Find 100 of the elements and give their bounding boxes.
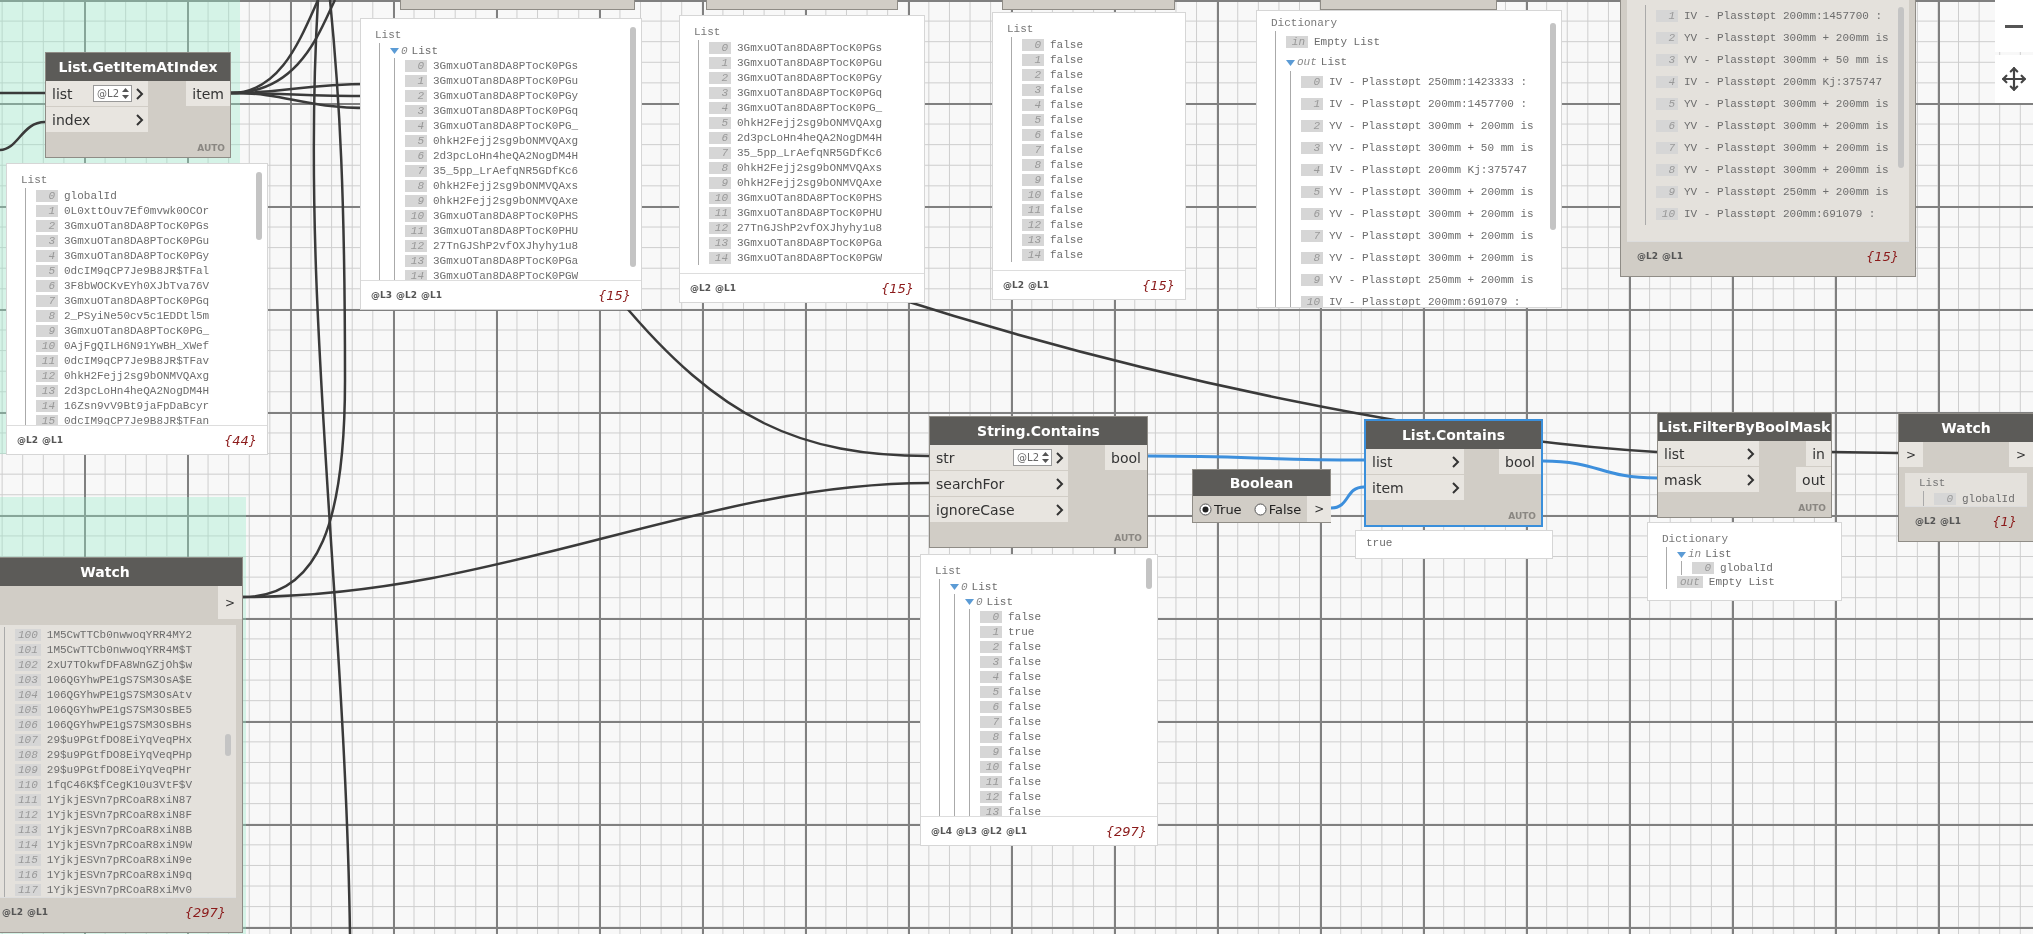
level-label[interactable]: @L4 xyxy=(931,826,952,836)
node[interactable]: List.GetItemAtIndex list @L2 index item AUTO xyxy=(45,52,231,158)
input-port[interactable]: index xyxy=(46,107,148,133)
level-label[interactable]: @L2 xyxy=(17,435,38,445)
node[interactable] xyxy=(0,557,243,933)
expander-icon[interactable] xyxy=(1677,549,1686,559)
level-label[interactable]: @L3 xyxy=(371,290,392,300)
level-label[interactable]: @L1 xyxy=(421,290,442,300)
item-value: 3GmxuOTan8DA8PTocK0PHU xyxy=(433,224,579,237)
index-label: 13 xyxy=(1022,233,1044,246)
node-title[interactable]: Watch xyxy=(0,558,242,586)
level-label[interactable]: @L1 xyxy=(27,907,48,917)
node-title[interactable]: Boolean xyxy=(1193,470,1330,496)
scrollbar-thumb[interactable] xyxy=(256,171,262,240)
index-label: 13 xyxy=(405,254,427,267)
output-port[interactable]: bool xyxy=(1105,445,1147,471)
expander-icon[interactable] xyxy=(390,46,399,55)
level-label[interactable]: @L1 xyxy=(1006,826,1027,836)
item-value: false xyxy=(1008,790,1041,803)
input-port[interactable]: > xyxy=(1899,442,1924,467)
index-label: 8 xyxy=(1656,164,1678,176)
index-label: 3 xyxy=(36,234,58,247)
level-label[interactable]: @L2 xyxy=(1637,251,1658,261)
item-value: false xyxy=(1008,700,1041,713)
spinner-icon[interactable] xyxy=(121,87,130,100)
radio-icon[interactable] xyxy=(1253,502,1267,516)
lacing-mode-label: AUTO xyxy=(1114,532,1143,545)
input-port[interactable]: searchFor xyxy=(930,471,1068,497)
input-port[interactable]: list xyxy=(1366,449,1464,475)
item-value: 0hkH2Fejj2sg9bONMVQAxg xyxy=(64,369,210,382)
output-port[interactable]: bool xyxy=(1499,449,1541,475)
level-label[interactable]: @L2 xyxy=(1915,516,1936,526)
node[interactable]: List.FilterByBoolMask list mask in out AUTO xyxy=(1657,412,1832,518)
node-title[interactable]: Watch xyxy=(1899,414,2033,442)
index-label: 11 xyxy=(980,775,1002,788)
level-label[interactable]: @L1 xyxy=(42,435,63,445)
item-value: false xyxy=(1050,218,1083,231)
output-port[interactable]: > xyxy=(1307,496,1332,522)
radio-icon[interactable] xyxy=(1199,502,1212,516)
level-label[interactable]: @L2 xyxy=(2,907,23,917)
node[interactable]: Watch > > List 0 globalId @L2 @L1 {1} xyxy=(1898,413,2033,542)
scrollbar-thumb[interactable] xyxy=(1898,6,1904,168)
level-label[interactable]: @L3 xyxy=(956,826,977,836)
index-label: 3 xyxy=(405,104,427,117)
index-label: 3 xyxy=(980,655,1002,668)
pan-button[interactable] xyxy=(1995,55,2033,103)
level-label[interactable]: @L1 xyxy=(1940,516,1961,526)
index-label: 114 xyxy=(15,838,41,851)
level-label[interactable]: @L1 xyxy=(1028,280,1049,290)
scrollbar-thumb[interactable] xyxy=(630,26,636,267)
item-value: 3GmxuOTan8DA8PTocK0PGs xyxy=(737,41,883,54)
input-port[interactable]: item xyxy=(1366,475,1464,501)
node[interactable]: String.Contains str @L2 searchFor ignoreCase bool AUTO xyxy=(929,416,1148,548)
level-label[interactable]: @L1 xyxy=(1662,251,1683,261)
output-port[interactable]: > xyxy=(217,586,242,619)
level-label[interactable]: @L2 xyxy=(396,290,417,300)
index-label: 103 xyxy=(15,673,41,686)
zoom-out-button[interactable] xyxy=(1995,0,2033,52)
input-port[interactable]: mask xyxy=(1658,467,1759,493)
canvas-background[interactable] xyxy=(0,0,2033,934)
level-label[interactable]: @L2 xyxy=(1003,280,1024,290)
level-label[interactable]: @L1 xyxy=(715,283,736,293)
index-label: 3 xyxy=(709,86,731,99)
index-label: 0 xyxy=(401,44,408,57)
expander-icon[interactable] xyxy=(950,582,959,591)
lacing-field[interactable]: @L2 xyxy=(93,85,132,102)
item-value: YV - Plasstøpt 300mm + 200mm is xyxy=(1684,142,1889,154)
node-title[interactable]: String.Contains xyxy=(930,417,1147,445)
radio-option[interactable]: True xyxy=(1193,501,1248,517)
scrollbar-thumb[interactable] xyxy=(1550,22,1556,230)
node[interactable]: List.Contains list item bool AUTO xyxy=(1364,419,1543,527)
index-label: 5 xyxy=(1656,98,1678,110)
input-port[interactable]: str @L2 xyxy=(930,445,1068,471)
node-title[interactable]: List.FilterByBoolMask xyxy=(1658,413,1831,441)
item-value: 3GmxuOTan8DA8PTocK0PGu xyxy=(737,56,883,69)
chevron-icon xyxy=(1452,455,1460,468)
list-label: List xyxy=(374,28,403,43)
scrollbar-thumb[interactable] xyxy=(225,733,231,756)
expander-icon[interactable] xyxy=(1286,57,1295,67)
level-label[interactable]: @L2 xyxy=(690,283,711,293)
output-port[interactable]: > xyxy=(2008,442,2033,467)
scrollbar-thumb[interactable] xyxy=(1146,557,1152,589)
output-port[interactable]: in xyxy=(1806,441,1831,467)
radio-option[interactable]: False xyxy=(1247,501,1308,517)
input-port[interactable]: list xyxy=(1658,441,1759,467)
input-port[interactable]: list @L2 xyxy=(46,81,148,107)
output-port[interactable]: item xyxy=(186,81,230,107)
item-value: false xyxy=(1008,685,1041,698)
node-title[interactable]: List.Contains xyxy=(1366,421,1541,449)
output-port[interactable]: out xyxy=(1796,467,1831,493)
expander-icon[interactable] xyxy=(965,597,974,606)
index-label: 7 xyxy=(1301,230,1323,242)
item-value: List xyxy=(411,44,438,57)
node-title[interactable]: List.GetItemAtIndex xyxy=(46,53,230,81)
lacing-field[interactable]: @L2 xyxy=(1013,449,1052,466)
node[interactable]: Boolean True False > xyxy=(1192,469,1331,523)
port-label: list xyxy=(1664,445,1686,462)
input-port[interactable]: ignoreCase xyxy=(930,497,1068,523)
level-label[interactable]: @L2 xyxy=(981,826,1002,836)
spinner-icon[interactable] xyxy=(1041,451,1050,464)
